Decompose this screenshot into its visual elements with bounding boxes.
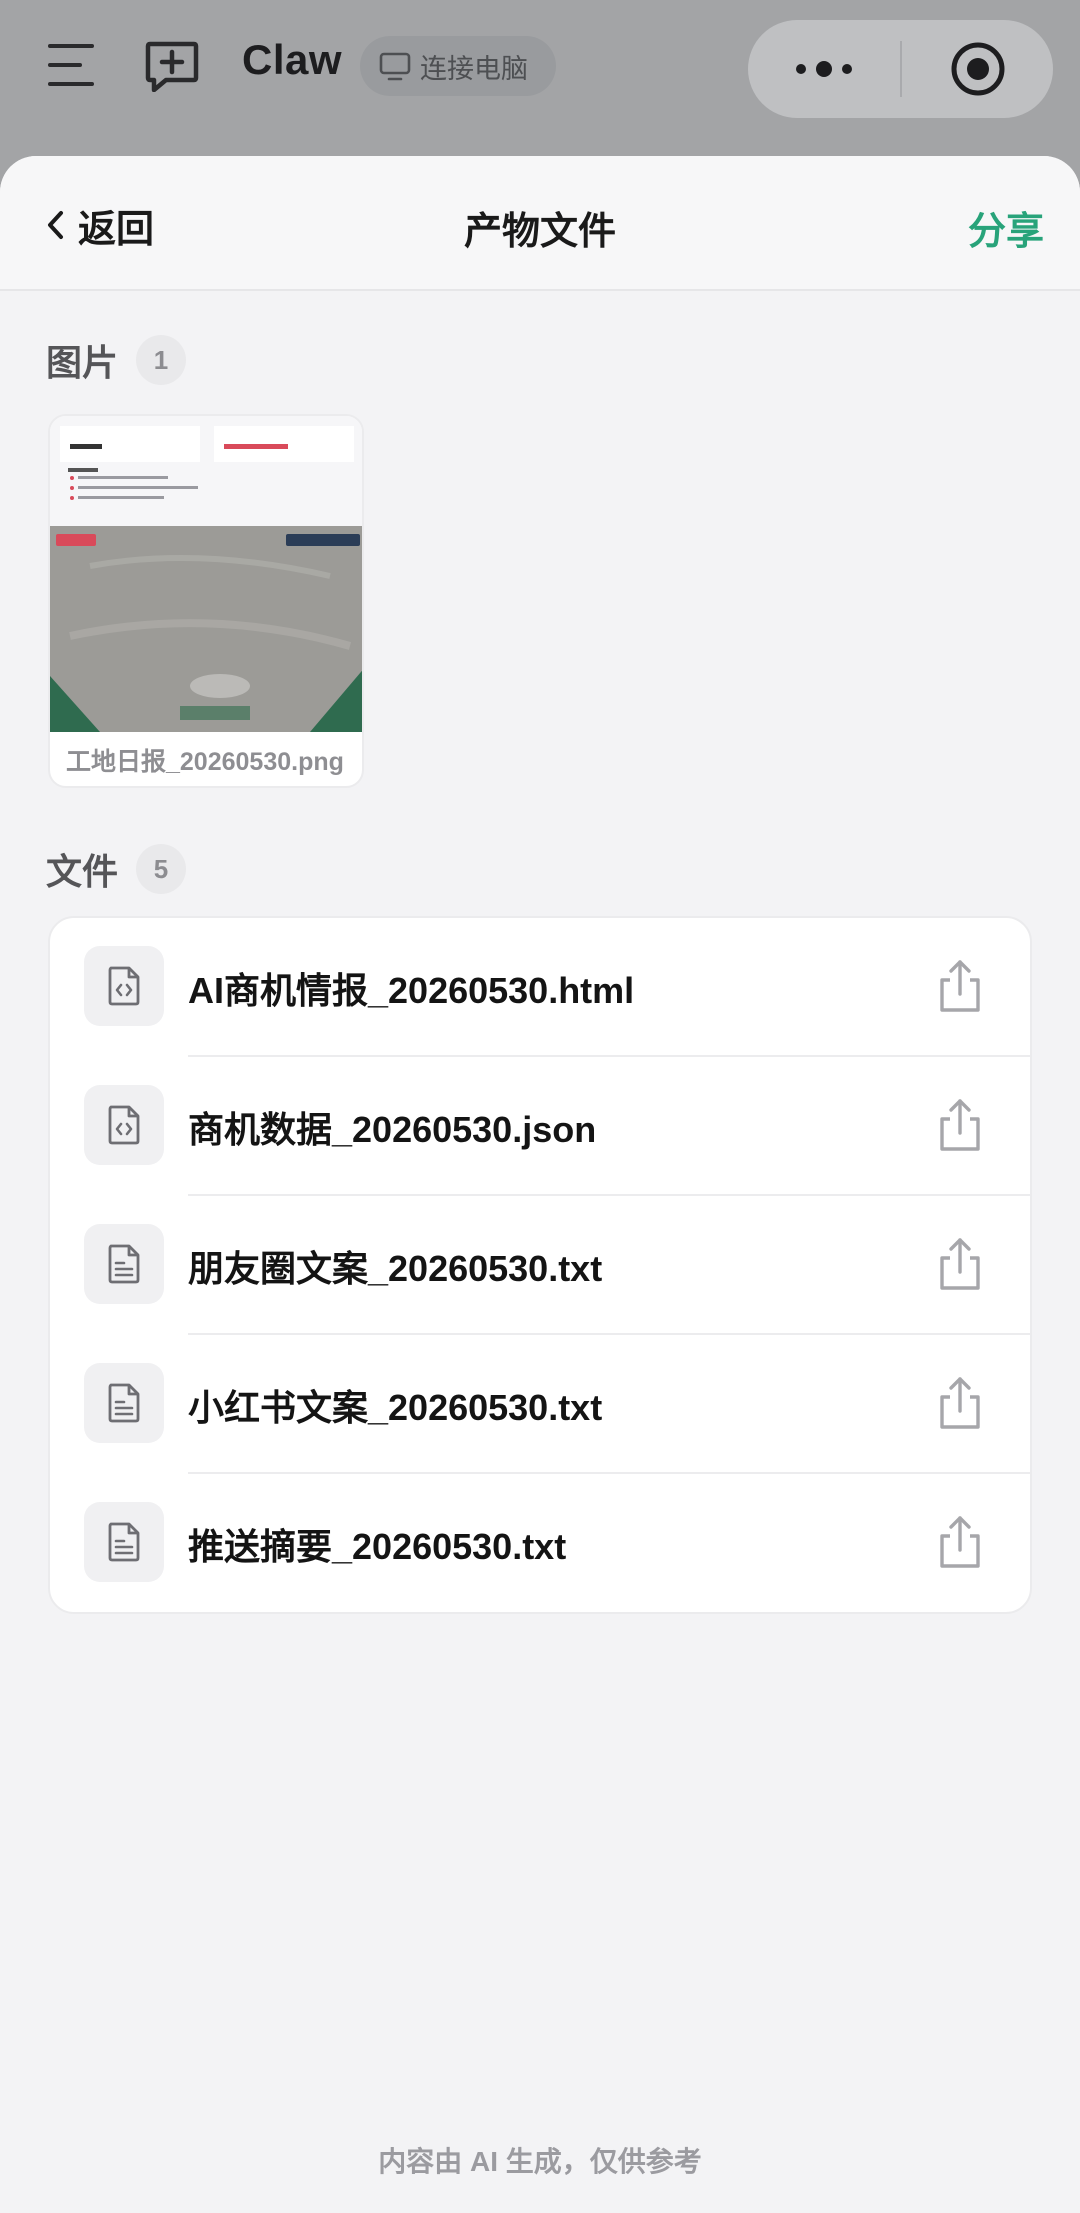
code-file-icon [108, 966, 140, 1006]
file-name: AI商机情报_20260530.html [188, 970, 635, 1011]
file-name: 推送摘要_20260530.txt [188, 1526, 567, 1567]
monitor-icon [379, 52, 411, 81]
file-row[interactable]: 商机数据_20260530.json [50, 1057, 1030, 1196]
files-section-label: 文件 [46, 851, 119, 892]
share-icon[interactable] [936, 958, 984, 1014]
images-section-header: 图片 1 [46, 334, 187, 386]
text-file-icon [108, 1244, 140, 1284]
images-count-badge: 1 [136, 335, 187, 385]
images-section-label: 图片 [46, 342, 119, 383]
new-chat-icon[interactable] [144, 40, 200, 92]
files-count-badge: 5 [136, 844, 187, 894]
share-icon[interactable] [936, 1375, 984, 1431]
code-file-icon [108, 1105, 140, 1145]
ai-disclaimer: 内容由 AI 生成，仅供参考 [378, 2146, 702, 2177]
file-row[interactable]: 小红书文案_20260530.txt [50, 1335, 1030, 1474]
file-name: 朋友圈文案_20260530.txt [188, 1248, 603, 1289]
file-name: 商机数据_20260530.json [188, 1109, 597, 1150]
file-name: 小红书文案_20260530.txt [188, 1387, 603, 1428]
menu-icon[interactable] [46, 40, 96, 90]
image-thumbnail [50, 416, 362, 732]
file-icon-wrapper [84, 946, 164, 1026]
more-button[interactable] [748, 20, 900, 118]
connect-computer-label: 连接电脑 [420, 53, 528, 84]
close-mini-program-button[interactable] [902, 20, 1053, 118]
file-row[interactable]: 推送摘要_20260530.txt [50, 1474, 1030, 1612]
top-bar: Claw 连接电脑 [0, 0, 1080, 156]
file-icon-wrapper [84, 1085, 164, 1165]
file-list: AI商机情报_20260530.html 商机数据_20260530.json [48, 916, 1032, 1614]
share-icon[interactable] [936, 1097, 984, 1153]
text-file-icon [108, 1522, 140, 1562]
app-title: Claw [242, 36, 343, 83]
share-icon[interactable] [936, 1514, 984, 1570]
image-file-name: 工地日报_20260530.png [66, 748, 344, 776]
file-icon-wrapper [84, 1502, 164, 1582]
file-row[interactable]: 朋友圈文案_20260530.txt [50, 1196, 1030, 1335]
connect-computer-button[interactable]: 连接电脑 [360, 36, 556, 96]
file-icon-wrapper [84, 1363, 164, 1443]
target-close-icon [951, 42, 1004, 96]
share-button[interactable]: 分享 [968, 200, 1044, 255]
file-row[interactable]: AI商机情报_20260530.html [50, 918, 1030, 1057]
file-icon-wrapper [84, 1224, 164, 1304]
more-dots-icon [796, 61, 852, 77]
files-section-header: 文件 5 [46, 843, 187, 895]
sheet-nav-bar: 返回 产物文件 分享 [0, 156, 1080, 291]
page-title: 产物文件 [463, 211, 616, 253]
image-card[interactable]: 工地日报_20260530.png [48, 414, 364, 788]
text-file-icon [108, 1383, 140, 1423]
mini-program-capsule [748, 20, 1053, 118]
share-icon[interactable] [936, 1236, 984, 1292]
artifact-sheet: 返回 产物文件 分享 图片 1 工地日报_20260530.png 文件 5 A… [0, 156, 1080, 2213]
